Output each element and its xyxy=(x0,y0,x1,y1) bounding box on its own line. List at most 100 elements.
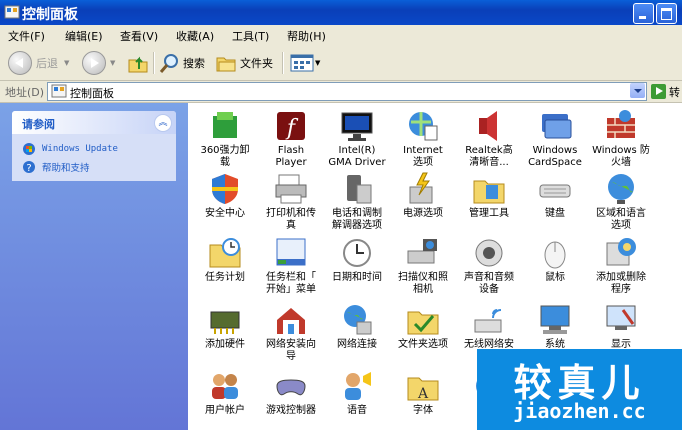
back-button[interactable]: 后退 ▼ xyxy=(8,51,69,75)
search-button[interactable]: 搜索 xyxy=(159,51,205,75)
menu-view[interactable]: 查看(V) xyxy=(120,28,158,44)
control-panel-item[interactable]: 网络安装向 导 xyxy=(258,302,324,363)
mouse-icon xyxy=(544,241,566,269)
control-panel-item[interactable]: 游戏控制器 xyxy=(258,368,324,417)
forward-button[interactable]: ▼ xyxy=(82,51,115,75)
control-panel-item[interactable]: 电话和调制 解调器选项 xyxy=(324,171,390,232)
control-panel-item-label: Flash Player xyxy=(275,145,307,168)
control-panel-item[interactable]: Windows CardSpace xyxy=(522,108,588,169)
control-panel-item[interactable]: 系统 xyxy=(522,302,588,351)
control-panel-item[interactable]: 鼠标 xyxy=(522,235,588,284)
network-icon xyxy=(344,305,372,335)
go-arrow-icon[interactable] xyxy=(651,84,666,99)
control-panel-item[interactable]: 用户帐户 xyxy=(192,368,258,417)
see-also-panel: 请参阅 ︽ Windows Update ? 帮助和支持 xyxy=(12,111,176,181)
back-label: 后退 xyxy=(36,57,58,70)
hardware-icon xyxy=(210,311,240,334)
control-panel-item[interactable]: 声音和音频 设备 xyxy=(456,235,522,296)
control-panel-item-label: 键盘 xyxy=(545,208,565,219)
control-panel-item[interactable]: 打印机和传 真 xyxy=(258,171,324,232)
control-panel-item-label: 电话和调制 解调器选项 xyxy=(332,208,382,231)
views-icon xyxy=(290,54,314,72)
control-panel-item[interactable]: 添加或删除 程序 xyxy=(588,235,654,296)
control-panel-item[interactable]: Intel(R) GMA Driver xyxy=(324,108,390,169)
control-panel-icon xyxy=(4,5,20,19)
forward-dropdown-icon[interactable]: ▼ xyxy=(110,59,115,67)
views-dropdown-icon[interactable]: ▼ xyxy=(315,59,320,67)
help-icon: ? xyxy=(23,161,35,174)
window-title: 控制面板 xyxy=(22,7,78,23)
windows-update-link[interactable]: Windows Update xyxy=(22,142,118,156)
admin-tools-icon xyxy=(473,180,505,204)
add-remove-icon xyxy=(606,238,636,266)
control-panel-item[interactable]: A 字体 xyxy=(390,368,456,417)
menu-file[interactable]: 文件(F) xyxy=(8,28,45,44)
folders-button[interactable]: 文件夹 xyxy=(215,51,273,75)
control-panel-item[interactable]: 管理工具 xyxy=(456,171,522,220)
control-panel-item[interactable]: 电源选项 xyxy=(390,171,456,220)
control-panel-item-label: 安全中心 xyxy=(205,208,245,219)
speaker-icon xyxy=(479,111,497,141)
svg-text:?: ? xyxy=(26,163,31,174)
watermark-url: jiaozhen.cc xyxy=(513,399,646,423)
windows-update-label: Windows Update xyxy=(42,144,118,154)
control-panel-item[interactable]: 安全中心 xyxy=(192,171,258,220)
see-also-header[interactable]: 请参阅 ︽ xyxy=(12,111,176,134)
control-panel-item[interactable]: 日期和时间 xyxy=(324,235,390,284)
control-panel-item-label: 文件夹选项 xyxy=(398,339,448,350)
system-icon xyxy=(540,305,570,334)
menu-favorites[interactable]: 收藏(A) xyxy=(176,28,214,44)
toolbar-separator xyxy=(153,52,155,74)
clock-icon xyxy=(343,239,371,267)
phone-icon xyxy=(347,175,372,204)
menu-tools[interactable]: 工具(T) xyxy=(232,28,269,44)
shield-icon xyxy=(212,174,238,204)
control-panel-item[interactable]: 任务栏和「 开始」菜单 xyxy=(258,235,324,296)
help-support-link[interactable]: ? 帮助和支持 xyxy=(22,160,90,174)
control-panel-item[interactable]: 网络连接 xyxy=(324,302,390,351)
control-panel-item-label: 用户帐户 xyxy=(205,405,245,416)
back-dropdown-icon[interactable]: ▼ xyxy=(64,59,69,67)
menu-edit[interactable]: 编辑(E) xyxy=(65,28,103,44)
control-panel-item[interactable]: 显示 xyxy=(588,302,654,351)
control-panel-item[interactable]: 键盘 xyxy=(522,171,588,220)
control-panel-item-label: 游戏控制器 xyxy=(266,405,316,416)
control-panel-item-label: 声音和音频 设备 xyxy=(464,272,514,295)
control-panel-item[interactable]: 添加硬件 xyxy=(192,302,258,351)
control-panel-item[interactable]: Internet 选项 xyxy=(390,108,456,169)
maximize-button[interactable] xyxy=(656,3,677,24)
control-panel-item[interactable]: 扫描仪和照 相机 xyxy=(390,235,456,296)
go-label[interactable]: 转 xyxy=(669,84,680,100)
control-panel-item-label: Realtek高 清晰音... xyxy=(465,145,513,168)
control-panel-item[interactable]: f Flash Player xyxy=(258,108,324,169)
title-bar: 控制面板 xyxy=(0,0,682,25)
svg-text:A: A xyxy=(417,386,429,402)
up-folder-icon xyxy=(128,56,148,73)
control-panel-item[interactable]: 文件夹选项 xyxy=(390,302,456,351)
control-panel-item-label: Intel(R) GMA Driver xyxy=(328,145,386,168)
control-panel-item[interactable]: Windows 防 火墙 xyxy=(588,108,654,169)
control-panel-item-label: 网络连接 xyxy=(337,339,377,350)
address-dropdown-button[interactable] xyxy=(630,83,645,98)
address-value: 控制面板 xyxy=(70,87,114,100)
control-panel-item[interactable]: 360强力卸 载 xyxy=(192,108,258,169)
control-panel-item[interactable]: Realtek高 清晰音... xyxy=(456,108,522,169)
control-panel-item[interactable]: 语音 xyxy=(324,368,390,417)
address-bar: 地址(D) 控制面板 转 xyxy=(0,81,682,103)
menu-help[interactable]: 帮助(H) xyxy=(287,28,326,44)
control-panel-item[interactable]: 任务计划 xyxy=(192,235,258,284)
menu-bar: 文件(F) 编辑(E) 查看(V) 收藏(A) 工具(T) 帮助(H) xyxy=(0,25,682,47)
up-folder-button[interactable] xyxy=(127,51,149,75)
minimize-button[interactable] xyxy=(633,3,654,24)
help-support-label: 帮助和支持 xyxy=(42,163,90,174)
views-button[interactable]: ▼ xyxy=(290,51,320,75)
control-panel-item-label: 管理工具 xyxy=(469,208,509,219)
address-input[interactable]: 控制面板 xyxy=(47,82,647,101)
folders-icon xyxy=(216,57,236,72)
control-panel-item[interactable]: 区域和语言 选项 xyxy=(588,171,654,232)
control-panel-item-label: 扫描仪和照 相机 xyxy=(398,272,448,295)
collapse-chevron-icon[interactable]: ︽ xyxy=(154,114,172,132)
cardspace-icon xyxy=(542,114,572,139)
toolbar-separator xyxy=(282,52,284,74)
flash-icon: f xyxy=(277,112,305,141)
